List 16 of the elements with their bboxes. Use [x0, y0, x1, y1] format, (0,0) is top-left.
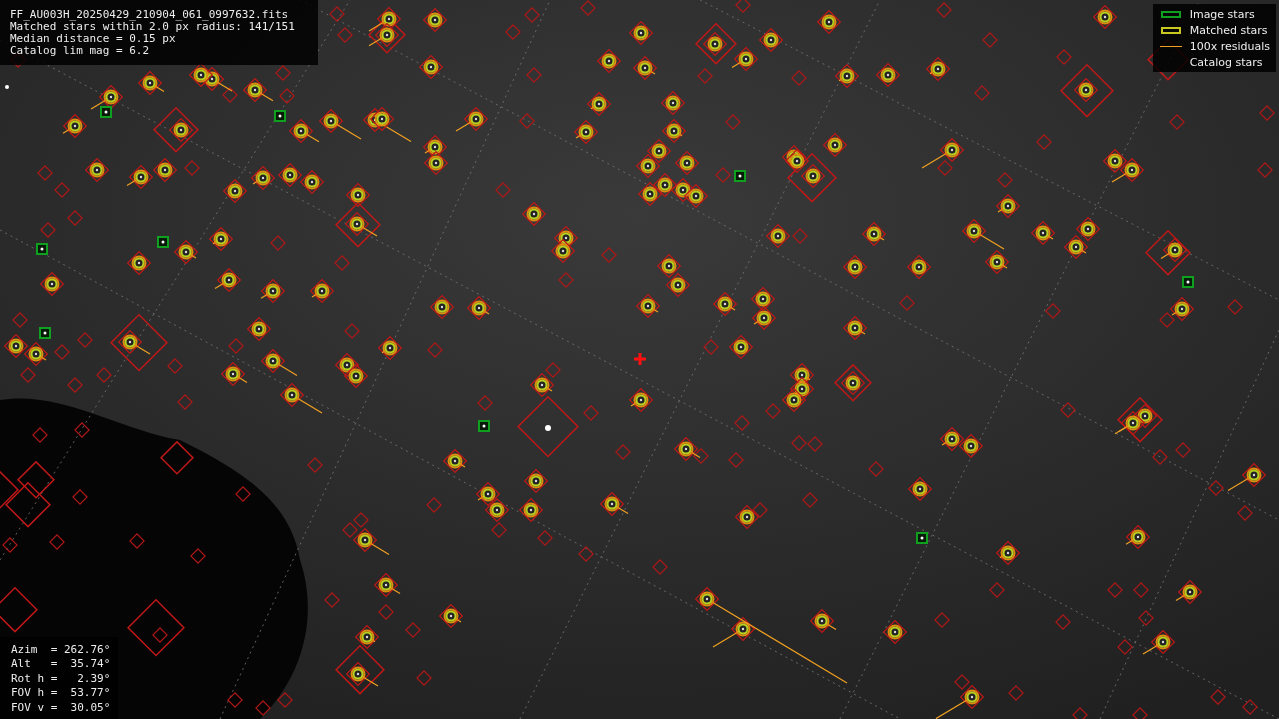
pointing-line: Azim = 262.76°	[11, 642, 111, 657]
center-cross-icon	[634, 353, 646, 365]
info-line: FF_AU003H_20250429_210904_061_0997632.fits	[10, 9, 290, 21]
info-line: Matched stars within 2.0 px radius: 141/151	[10, 21, 296, 33]
legend-swatch-icon	[1160, 10, 1181, 18]
info-line: Catalog lim mag = 6.2	[10, 45, 151, 57]
info-line: Median distance = 0.15 px	[10, 33, 177, 45]
legend-label: 100x residuals	[1189, 39, 1270, 53]
pointing-line: Alt = 35.74°	[11, 657, 111, 672]
legend-label: Matched stars	[1189, 23, 1268, 37]
pointing-line: FOV h = 53.77°	[11, 686, 111, 701]
pointing-line: Rot h = 2.39°	[11, 671, 111, 686]
legend-label: Catalog stars	[1189, 55, 1263, 69]
pointing-line: FOV v = 30.05°	[11, 700, 111, 715]
legend-swatch-icon	[1160, 26, 1181, 34]
legend-label: Image stars	[1189, 7, 1255, 21]
